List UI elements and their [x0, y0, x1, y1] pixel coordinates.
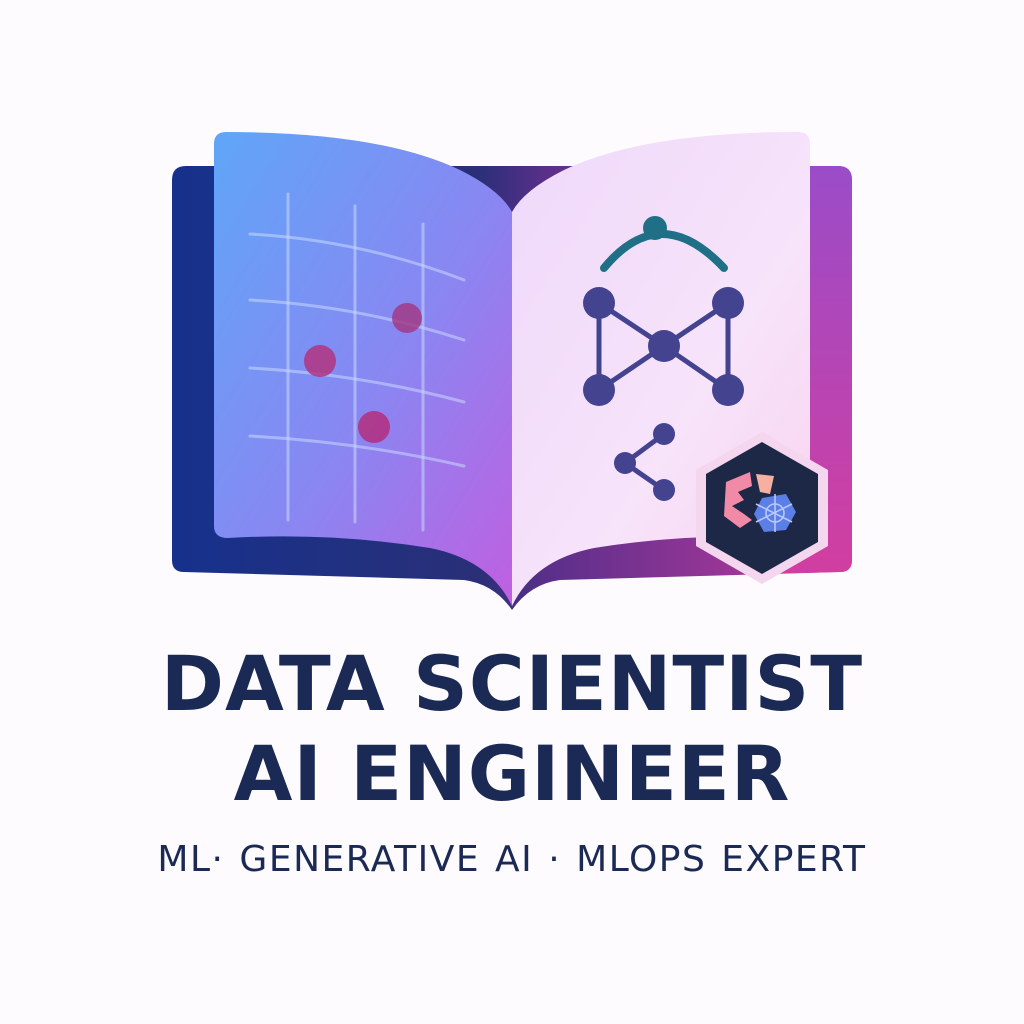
title-line-2: AI ENGINEER: [233, 729, 791, 818]
title-line-1: DATA SCIENTIST: [160, 639, 864, 728]
tagline: ML· GENERATIVE AI · MLOPS EXPERT: [157, 839, 867, 880]
